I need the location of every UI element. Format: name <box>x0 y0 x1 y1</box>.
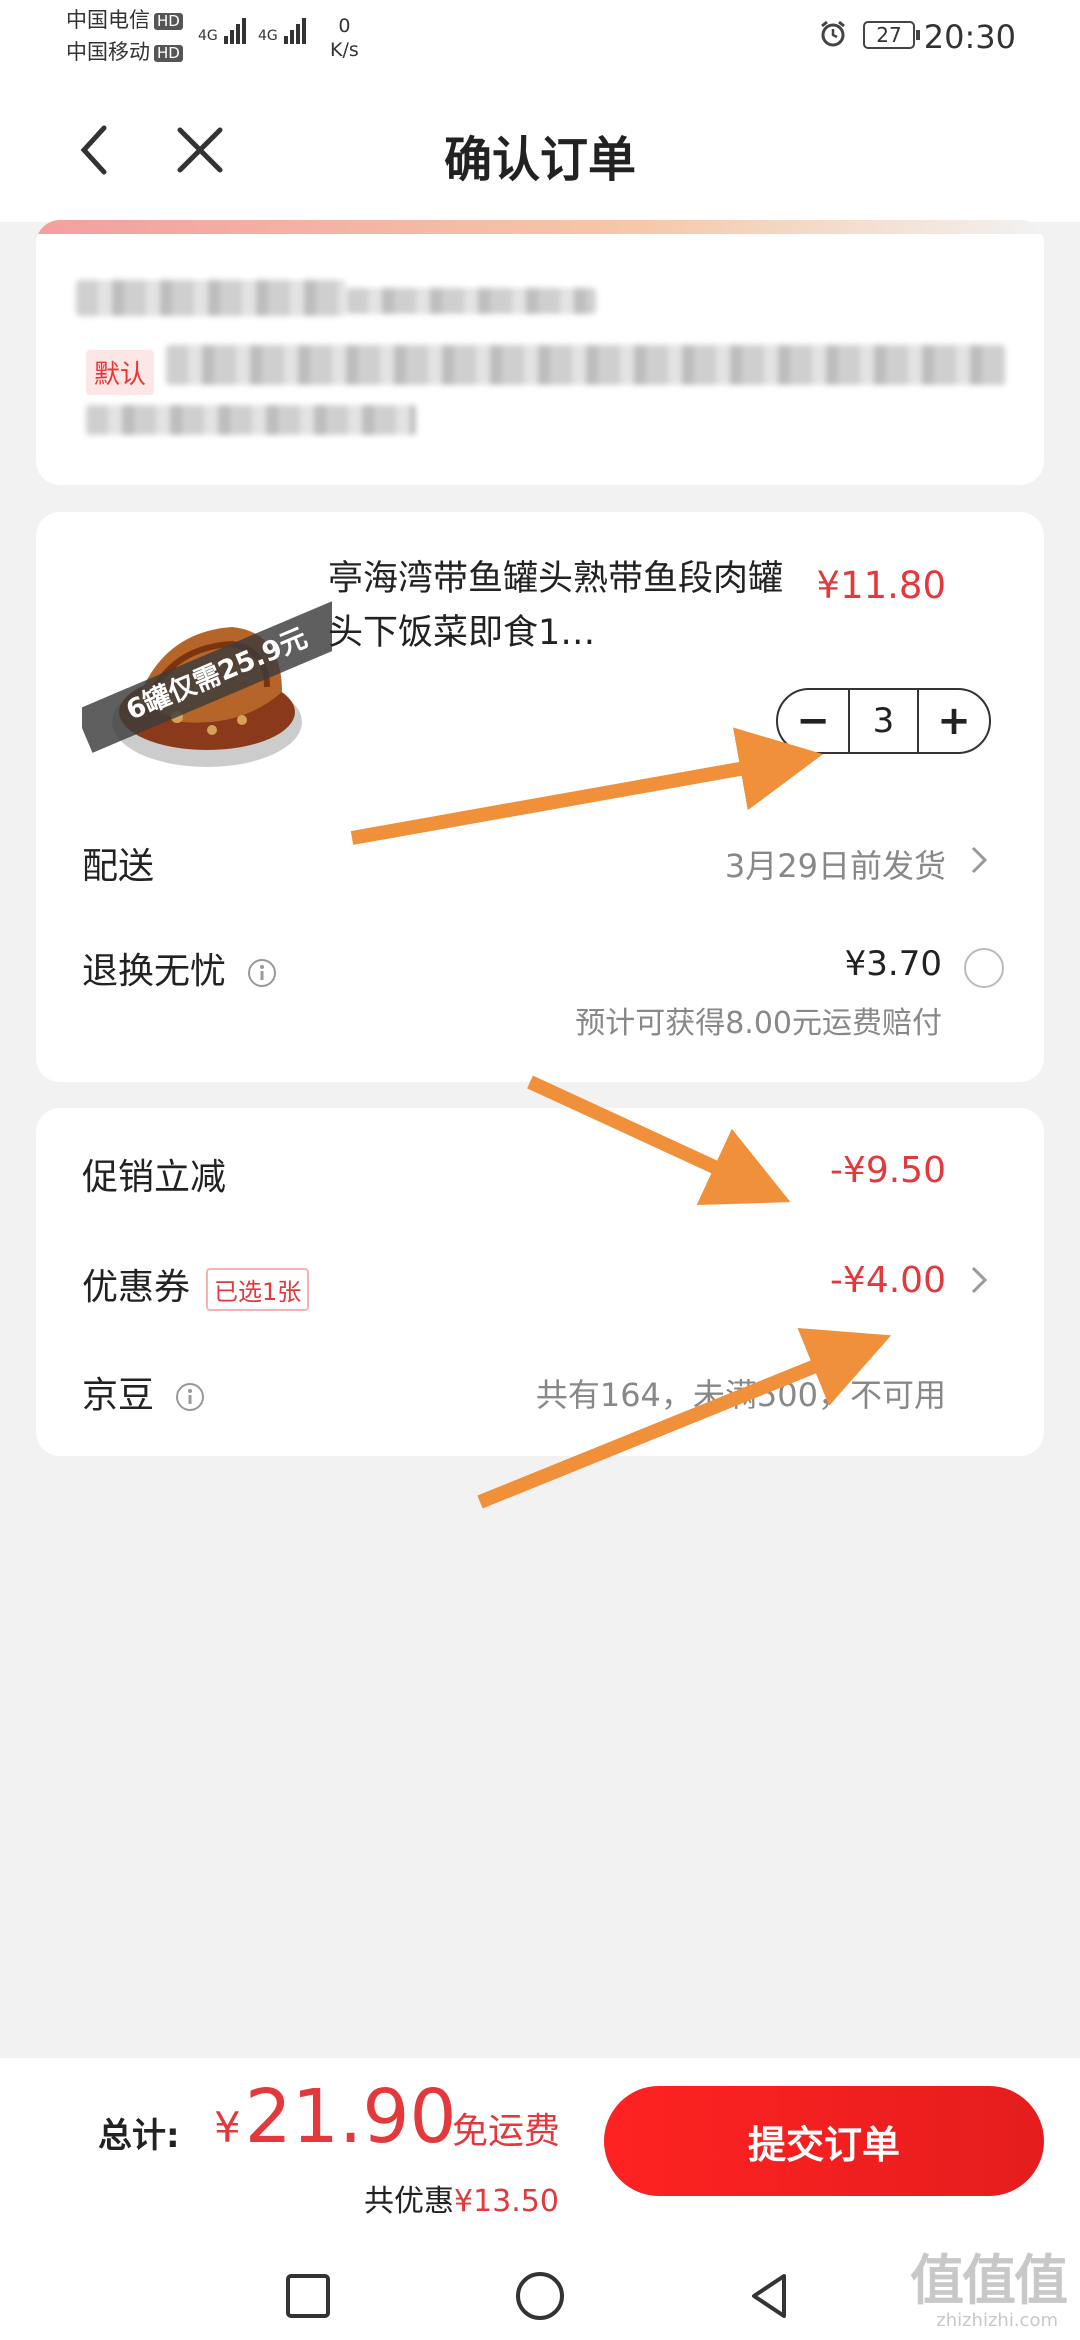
status-bar: 中国电信 HD 中国移动 HD 4G 4G 0 K/s 27 20:30 <box>0 0 1080 72</box>
total-currency: ¥ <box>214 2103 241 2152</box>
carrier-2: 中国移动 HD <box>66 42 183 63</box>
jingdou-row: 京豆 <box>82 1366 205 1418</box>
watermark-logo: 值值值 <box>910 2249 1068 2312</box>
home-icon[interactable] <box>514 2270 566 2322</box>
back-nav-icon[interactable] <box>744 2270 796 2322</box>
total-amount-value: 21.90 <box>244 2074 457 2160</box>
jingdou-value: 共有164，未满500，不可用 <box>535 1376 946 1414</box>
hd-badge: HD <box>154 12 183 30</box>
address-line2-blurred <box>86 405 416 435</box>
return-service-note: 预计可获得8.00元运费赔付 <box>575 1006 942 1041</box>
submit-order-button[interactable]: 提交订单 <box>604 2086 1044 2196</box>
net-speed-unit: K/s <box>330 39 359 61</box>
quantity-plus-button[interactable]: + <box>919 690 989 752</box>
quantity-value[interactable]: 3 <box>848 690 919 752</box>
default-address-tag: 默认 <box>86 350 155 395</box>
coupon-selected-tag: 已选1张 <box>206 1267 310 1311</box>
info-icon[interactable] <box>175 1382 205 1412</box>
return-service-row: 退换无忧 <box>82 942 277 994</box>
alarm-icon <box>821 20 845 47</box>
info-icon[interactable] <box>247 958 277 988</box>
address-line-blurred <box>166 345 1006 385</box>
recent-apps-icon[interactable] <box>282 2270 334 2322</box>
product-price: ¥11.80 <box>816 564 946 607</box>
address-card-accent <box>36 220 1044 234</box>
signal-1-icon: 4G <box>198 18 247 44</box>
quantity-minus-button[interactable]: − <box>778 690 848 752</box>
battery-icon: 27 <box>863 21 920 49</box>
coupon-row[interactable]: 优惠券 已选1张 <box>82 1258 310 1311</box>
checkout-bar: 总计: ¥21.90 免运费 共优惠¥13.50 提交订单 <box>0 2058 1080 2248</box>
return-service-label: 退换无忧 <box>82 951 227 992</box>
product-name[interactable]: 亭海湾带鱼罐头熟带鱼段肉罐头下饭菜即食1… <box>328 552 808 660</box>
page-title: 确认订单 <box>443 132 636 188</box>
coupon-value[interactable]: -¥4.00 <box>830 1260 946 1301</box>
header: 确认订单 <box>0 72 1080 222</box>
coupon-label: 优惠券 <box>82 1267 191 1308</box>
delivery-value[interactable]: 3月29日前发货 <box>725 841 946 887</box>
watermark-url: zhizhizhi.com <box>936 2310 1058 2331</box>
promo-discount-value: -¥9.50 <box>829 1150 946 1191</box>
chevron-right-icon[interactable] <box>968 844 990 876</box>
saving-value: ¥13.50 <box>454 2184 559 2219</box>
product-image[interactable]: 6罐仅需25.9元 <box>82 552 332 802</box>
discount-card: 促销立减 -¥9.50 优惠券 已选1张 -¥4.00 京豆 共有164，未满50… <box>36 1108 1044 1456</box>
chevron-right-icon[interactable] <box>968 1264 990 1296</box>
carrier-2-name: 中国移动 <box>66 40 150 64</box>
signal-1-label: 4G <box>198 28 218 44</box>
saving-label: 共优惠 <box>364 2184 454 2219</box>
signal-2-icon: 4G <box>258 18 307 44</box>
promo-discount-label: 促销立减 <box>82 1157 227 1198</box>
total-amount: ¥21.90 <box>214 2080 457 2154</box>
carrier-1-name: 中国电信 <box>66 8 150 32</box>
return-service-price: ¥3.70 <box>844 944 942 984</box>
address-phone-blurred <box>346 288 596 314</box>
delivery-label: 配送 <box>82 846 155 887</box>
net-speed-value: 0 <box>338 15 351 37</box>
carrier-1: 中国电信 HD <box>66 10 183 31</box>
free-shipping-label: 免运费 <box>452 2111 561 2152</box>
product-card: 6罐仅需25.9元 亭海湾带鱼罐头熟带鱼段肉罐头下饭菜即食1… ¥11.80 −… <box>36 512 1044 1082</box>
total-label: 总计: <box>98 2116 180 2156</box>
quantity-stepper: − 3 + <box>776 688 991 754</box>
address-card[interactable]: 默认 <box>36 220 1044 485</box>
signal-2-label: 4G <box>258 28 278 44</box>
jingdou-label: 京豆 <box>82 1375 155 1416</box>
net-speed: 0 K/s <box>330 14 359 62</box>
status-time: 20:30 <box>923 18 1016 56</box>
return-service-radio[interactable] <box>964 948 1004 988</box>
address-name-blurred <box>76 280 346 316</box>
hd-badge: HD <box>154 44 183 62</box>
total-saving: 共优惠¥13.50 <box>364 2176 559 2220</box>
